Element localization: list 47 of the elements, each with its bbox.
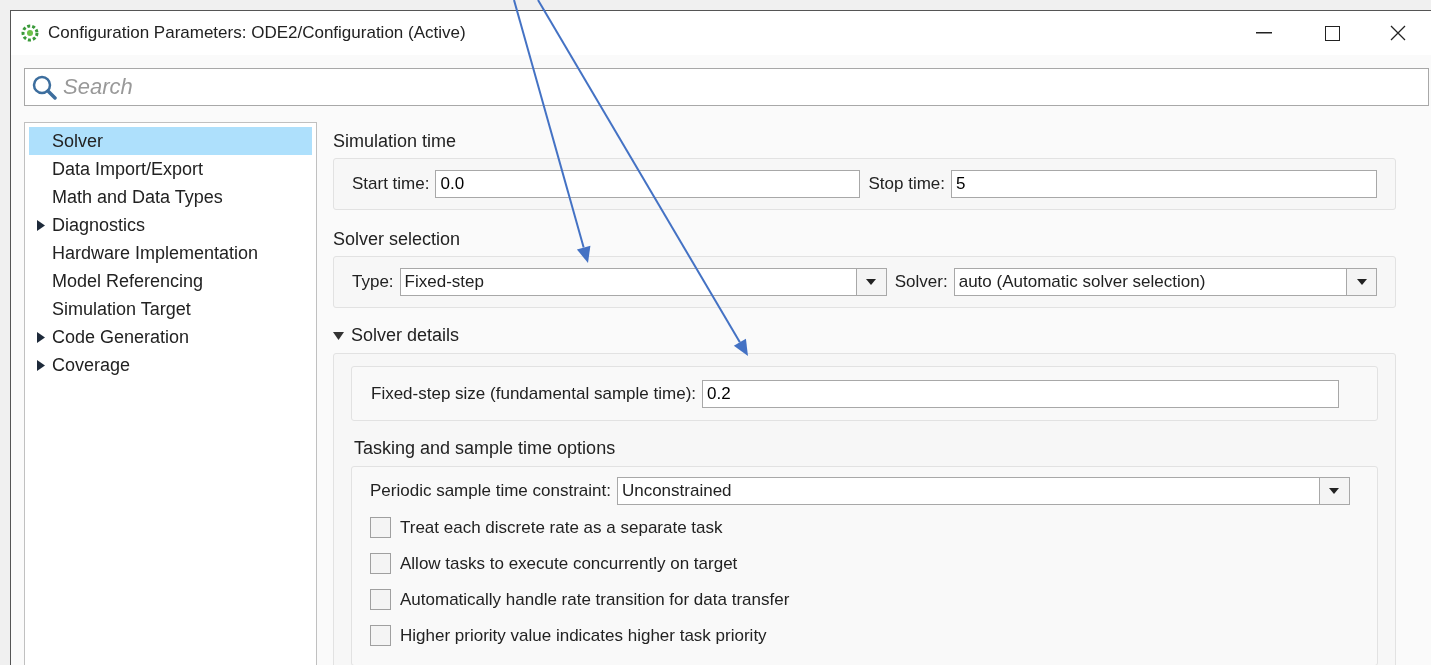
- tree-item[interactable]: Solver: [29, 127, 312, 155]
- checkbox-row[interactable]: Treat each discrete rate as a separate task: [370, 514, 1359, 541]
- checkbox-row[interactable]: Higher priority value indicates higher task priority: [370, 622, 1359, 649]
- section-toggle[interactable]: Solver details: [333, 322, 460, 349]
- tree-item[interactable]: Simulation Target: [29, 295, 312, 323]
- checkbox[interactable]: [370, 553, 391, 574]
- checkbox-row[interactable]: Allow tasks to execute concurrently on target: [370, 550, 1359, 577]
- field-label: Start time:: [352, 173, 430, 196]
- tree-item[interactable]: Model Referencing: [29, 267, 312, 295]
- tree-item[interactable]: Code Generation: [29, 323, 312, 351]
- tree-item[interactable]: Coverage: [29, 351, 312, 379]
- stop-time-field[interactable]: 5: [951, 170, 1377, 198]
- checkbox[interactable]: [370, 589, 391, 610]
- tree-item[interactable]: Data Import/Export: [29, 155, 312, 183]
- expand-triangle-icon[interactable]: [36, 219, 45, 231]
- step-size-field[interactable]: 0.2: [702, 379, 1340, 408]
- section-title: Solver selection: [333, 228, 462, 251]
- checkbox-row[interactable]: Automatically handle rate transition for data transfer: [370, 586, 1359, 613]
- window-title: Configuration Parameters: ODE2/Configuration (Active): [48, 22, 466, 45]
- tree-item[interactable]: Hardware Implementation: [29, 239, 312, 267]
- section-title: Simulation time: [333, 130, 458, 153]
- expand-triangle-icon[interactable]: [36, 331, 45, 343]
- caret-icon: [1329, 488, 1340, 494]
- dropdown[interactable]: auto (Automatic solver selection): [953, 268, 1377, 296]
- expand-triangle-icon[interactable]: [36, 359, 45, 371]
- field-label: Fixed-step size (fundamental sample time):: [371, 382, 697, 405]
- expand-triangle-icon: [333, 331, 344, 340]
- checkbox[interactable]: [370, 625, 391, 646]
- dropdown[interactable]: Fixed-step: [399, 268, 887, 296]
- caret-icon: [1356, 279, 1367, 285]
- field-label: Stop time:: [868, 173, 945, 196]
- search-icon: [31, 74, 57, 100]
- start-time-field[interactable]: 0.0: [435, 170, 861, 198]
- tree-item[interactable]: Diagnostics: [29, 211, 312, 239]
- caret-icon: [866, 279, 877, 285]
- section-title: Tasking and sample time options: [353, 437, 617, 460]
- minimize-icon: [1256, 32, 1272, 34]
- close-icon: [1390, 25, 1406, 41]
- tree-item[interactable]: Math and Data Types: [29, 183, 312, 211]
- field-label: Type:: [352, 271, 394, 294]
- field-label: Periodic sample time constraint:: [370, 480, 611, 503]
- dropdown[interactable]: Unconstrained: [616, 477, 1350, 505]
- search-field[interactable]: Search: [24, 68, 1429, 106]
- maximize-icon: [1324, 25, 1340, 41]
- gear-icon: [21, 24, 39, 42]
- field-label: Solver:: [894, 271, 948, 294]
- checkbox[interactable]: [370, 517, 391, 538]
